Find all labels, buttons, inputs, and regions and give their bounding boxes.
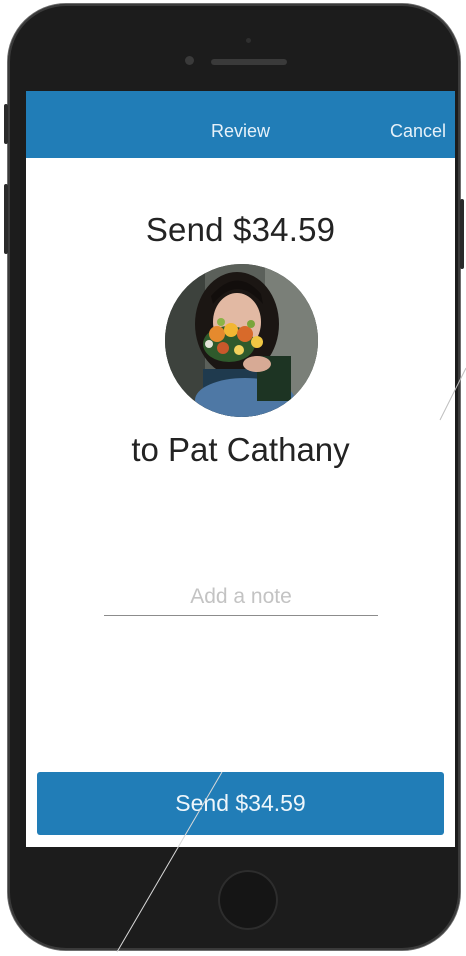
recipient-avatar	[165, 264, 318, 417]
power-button	[460, 199, 464, 269]
volume-up-button	[4, 104, 8, 144]
nav-bar: Review Cancel	[26, 91, 455, 158]
cancel-button[interactable]: Cancel	[390, 121, 446, 142]
home-button[interactable]	[218, 870, 278, 930]
recipient-name: to Pat Cathany	[131, 431, 350, 468]
avatar-photo	[165, 264, 318, 417]
earpiece-speaker	[211, 59, 287, 65]
note-input[interactable]	[104, 581, 378, 616]
app-screen: Review Cancel Send $34.59 to Pat Cathany…	[26, 91, 455, 847]
volume-down-button	[4, 184, 8, 254]
amount-heading: Send $34.59	[145, 211, 336, 248]
front-camera	[185, 56, 194, 65]
send-button[interactable]: Send $34.59	[37, 772, 444, 835]
proximity-sensor	[246, 38, 251, 43]
